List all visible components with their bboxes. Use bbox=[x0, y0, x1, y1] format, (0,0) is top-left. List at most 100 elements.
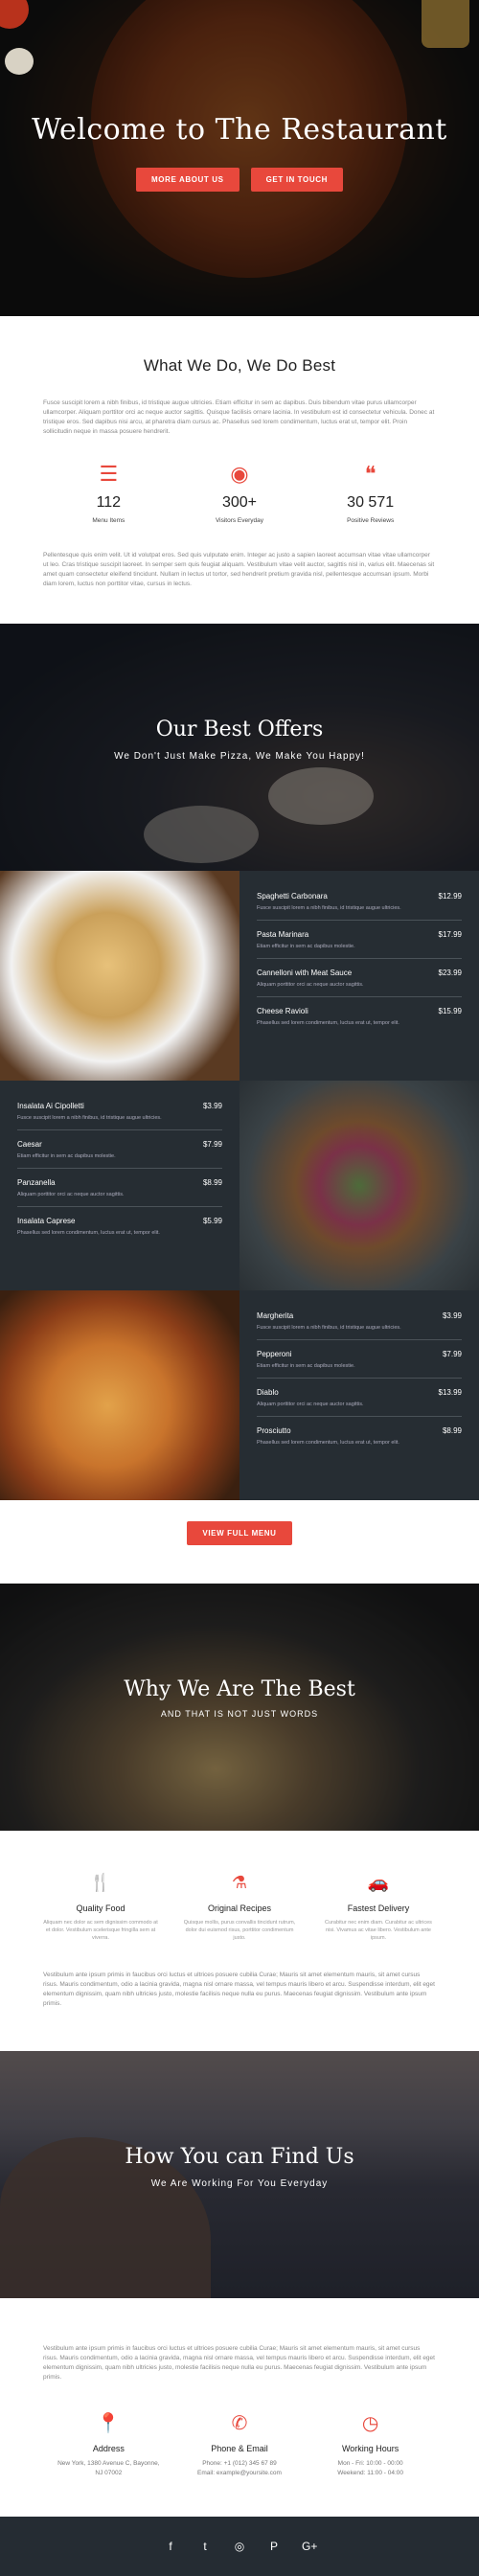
pasta-image bbox=[0, 871, 240, 1081]
menu-item-desc: Fusce suscipit lorem a nibh finibus, id … bbox=[257, 1325, 401, 1331]
menu-item-price: $23.99 bbox=[438, 969, 462, 977]
menu-item-price: $13.99 bbox=[438, 1388, 462, 1397]
contact-line: Mon - Fri: 10:00 - 00:00 bbox=[337, 2460, 403, 2467]
menu-item-price: $3.99 bbox=[442, 1311, 462, 1320]
menu-item-desc: Aliquam porttitor orci ac neque auctor s… bbox=[257, 1402, 364, 1407]
salad-menu: Insalata Ai Cipolletti $3.99 Fusce suscip… bbox=[0, 1081, 240, 1290]
plate-decoration bbox=[268, 767, 374, 825]
contact-title: Address bbox=[92, 2444, 125, 2453]
offers-title: Our Best Offers bbox=[155, 718, 324, 741]
menu-item-name: Pepperoni bbox=[257, 1350, 292, 1358]
plate-decoration bbox=[144, 806, 259, 863]
facebook-icon[interactable]: f bbox=[164, 2540, 177, 2553]
comments-icon: ❝ bbox=[364, 462, 376, 486]
user-icon: ◉ bbox=[230, 462, 249, 486]
contact-title: Phone & Email bbox=[211, 2444, 268, 2453]
menu-item-name: Insalata Ai Cipolletti bbox=[17, 1102, 84, 1110]
menu-item-desc: Phasellus sed lorem condimentum, luctus … bbox=[17, 1230, 160, 1236]
menu-item-desc: Fusce suscipit lorem a nibh finibus, id … bbox=[17, 1115, 162, 1121]
menu-item[interactable]: Diablo $13.99 Aliquam porttitor orci ac n… bbox=[257, 1388, 462, 1417]
tomato-decoration bbox=[0, 0, 29, 29]
menu-item-name: Cannelloni with Meat Sauce bbox=[257, 969, 353, 977]
contact-line: Weekend: 11:00 - 04:00 bbox=[337, 2470, 404, 2476]
stat-label: Menu Items bbox=[92, 517, 125, 524]
footer: f t ◎ P G+ bbox=[0, 2517, 479, 2576]
contact-section: Vestibulum ante ipsum primis in faucibus… bbox=[0, 2298, 479, 2517]
find-us-banner: How You can Find Us We Are Working For Y… bbox=[0, 2051, 479, 2298]
menu-item-price: $8.99 bbox=[442, 1426, 462, 1435]
contact-line[interactable]: Email: example@yoursite.com bbox=[177, 2469, 302, 2478]
menu-item-price: $17.99 bbox=[438, 930, 462, 939]
menu-item[interactable]: Prosciutto $8.99 Phasellus sed lorem cond… bbox=[257, 1426, 462, 1454]
flask-icon: ⚗ bbox=[231, 1873, 248, 1892]
map-marker-icon: 📍 bbox=[96, 2413, 121, 2434]
stat-number: 112 bbox=[96, 494, 122, 511]
glass-decoration bbox=[422, 0, 469, 48]
menu-item-price: $8.99 bbox=[202, 1178, 222, 1187]
menu-item-price: $15.99 bbox=[438, 1007, 462, 1015]
menu-item[interactable]: Margherita $3.99 Fusce suscipit lorem a n… bbox=[257, 1311, 462, 1340]
menu-item-desc: Phasellus sed lorem condimentum, luctus … bbox=[257, 1020, 399, 1026]
menu-item[interactable]: Cheese Ravioli $15.99 Phasellus sed lorem… bbox=[257, 1007, 462, 1035]
feature-desc: Quisque mollis, purus convallis tincidun… bbox=[183, 1920, 296, 1941]
contact-phone-email: ✆ Phone & Email Phone: +1 (012) 345 67 8… bbox=[177, 2411, 302, 2478]
menu-item[interactable]: Insalata Caprese $5.99 Phasellus sed lore… bbox=[17, 1217, 222, 1244]
list-icon: ☰ bbox=[99, 462, 119, 486]
pizza-image bbox=[0, 1290, 240, 1500]
contact-line[interactable]: Phone: +1 (012) 345 67 89 bbox=[177, 2459, 302, 2469]
feature-fastest-delivery: 🚗 Fastest Delivery Curabitur nec enim di… bbox=[321, 1873, 436, 1942]
menu-item-desc: Fusce suscipit lorem a nibh finibus, id … bbox=[257, 905, 401, 911]
cutlery-icon: 🍴 bbox=[89, 1873, 112, 1892]
menu-item[interactable]: Pepperoni $7.99 Etiam efficitur in sem ac… bbox=[257, 1350, 462, 1379]
feature-title: Fastest Delivery bbox=[347, 1904, 410, 1913]
menu-item-name: Panzanella bbox=[17, 1178, 56, 1187]
phone-icon: ✆ bbox=[231, 2413, 248, 2434]
stat-label: Positive Reviews bbox=[347, 517, 395, 524]
offers-banner: Our Best Offers We Don't Just Make Pizza… bbox=[0, 624, 479, 871]
menu-item[interactable]: Panzanella $8.99 Aliquam porttitor orci a… bbox=[17, 1178, 222, 1207]
offers-subtitle: We Don't Just Make Pizza, We Make You Ha… bbox=[114, 751, 365, 762]
instagram-icon[interactable]: ◎ bbox=[233, 2540, 246, 2553]
menu-item[interactable]: Cannelloni with Meat Sauce $23.99 Aliquam… bbox=[257, 969, 462, 997]
why-title: Why We Are The Best bbox=[124, 1677, 355, 1701]
menu-item-price: $5.99 bbox=[202, 1217, 222, 1225]
about-section: What We Do, We Do Best Fusce suscipit lo… bbox=[0, 316, 479, 624]
menu-item-desc: Etiam efficitur in sem ac dapibus molest… bbox=[257, 944, 355, 949]
google-plus-icon[interactable]: G+ bbox=[302, 2540, 317, 2553]
menu-item-name: Caesar bbox=[17, 1140, 42, 1149]
menu-item-desc: Phasellus sed lorem condimentum, luctus … bbox=[257, 1440, 399, 1446]
stat-visitors: ◉ 300+ Visitors Everyday bbox=[187, 462, 292, 524]
why-paragraph: Vestibulum ante ipsum primis in faucibus… bbox=[43, 1972, 435, 2007]
stat-reviews: ❝ 30 571 Positive Reviews bbox=[318, 462, 423, 524]
stat-label: Visitors Everyday bbox=[215, 517, 264, 524]
car-icon: 🚗 bbox=[367, 1873, 390, 1892]
menu-item[interactable]: Pasta Marinara $17.99 Etiam efficitur in … bbox=[257, 930, 462, 959]
menu-item-price: $3.99 bbox=[202, 1102, 222, 1110]
more-about-us-button[interactable]: MORE ABOUT US bbox=[136, 168, 240, 192]
find-us-subtitle: We Are Working For You Everyday bbox=[150, 2178, 329, 2189]
why-text: Why We Are The Best AND THAT IS NOT JUST… bbox=[0, 1677, 479, 1719]
offers-text: Our Best Offers We Don't Just Make Pizza… bbox=[0, 718, 479, 762]
features-section: 🍴 Quality Food Aliquam nec dolor ac sem … bbox=[0, 1831, 479, 2051]
why-subtitle: AND THAT IS NOT JUST WORDS bbox=[160, 1709, 319, 1719]
view-full-menu-button[interactable]: VIEW FULL MENU bbox=[187, 1521, 292, 1545]
feature-title: Original Recipes bbox=[207, 1904, 272, 1913]
menu-item-name: Spaghetti Carbonara bbox=[257, 892, 328, 900]
stat-number: 300+ bbox=[221, 494, 257, 511]
get-in-touch-button[interactable]: GET IN TOUCH bbox=[250, 168, 343, 192]
salad-image bbox=[240, 1081, 479, 1290]
pinterest-icon[interactable]: P bbox=[267, 2540, 281, 2553]
why-banner: Why We Are The Best AND THAT IS NOT JUST… bbox=[0, 1584, 479, 1831]
menu-item[interactable]: Insalata Ai Cipolletti $3.99 Fusce suscip… bbox=[17, 1102, 222, 1130]
menu-item-desc: Aliquam porttitor orci ac neque auctor s… bbox=[257, 982, 364, 988]
feature-desc: Curabitur nec enim diam. Curabitur ac ul… bbox=[325, 1920, 432, 1941]
menu-item-name: Insalata Caprese bbox=[17, 1217, 76, 1225]
menu-item[interactable]: Caesar $7.99 Etiam efficitur in sem ac da… bbox=[17, 1140, 222, 1169]
menu-item[interactable]: Spaghetti Carbonara $12.99 Fusce suscipit… bbox=[257, 892, 462, 921]
menu-item-name: Diablo bbox=[257, 1388, 279, 1397]
menu-item-desc: Aliquam porttitor orci ac neque auctor s… bbox=[17, 1192, 125, 1197]
twitter-icon[interactable]: t bbox=[198, 2540, 212, 2553]
hero-section: Welcome to The Restaurant MORE ABOUT US … bbox=[0, 0, 479, 316]
contact-line: New York, 1380 Avenue C, Bayonne, bbox=[57, 2460, 160, 2467]
feature-title: Quality Food bbox=[76, 1904, 125, 1913]
